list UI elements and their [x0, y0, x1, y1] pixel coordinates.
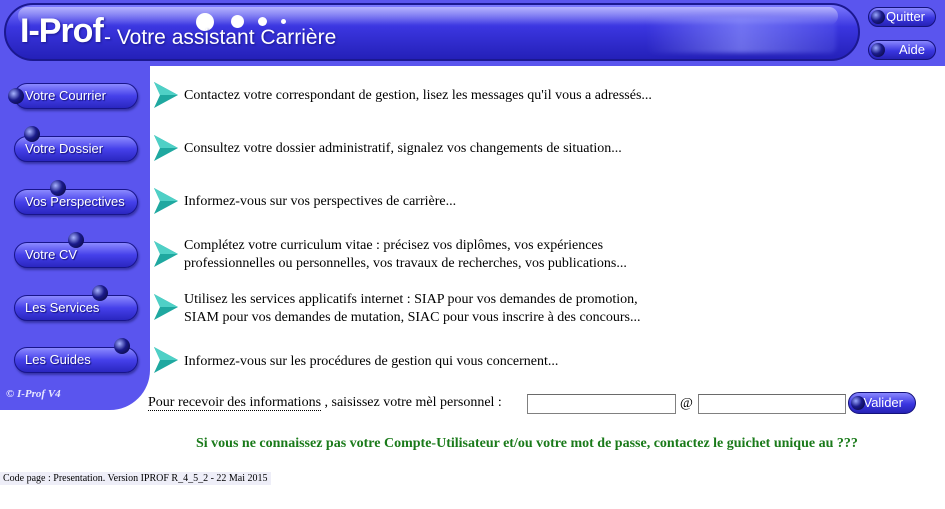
button-ball-icon	[871, 43, 885, 57]
version-label: © I-Prof V4	[6, 388, 61, 400]
submit-button-label: Valider	[863, 395, 903, 410]
email-label-text: , saisissez votre mèl personnel :	[321, 395, 502, 410]
sidebar-item-label: Vos Perspectives	[25, 194, 125, 209]
guides-description: Informez-vous sur les procédures de gest…	[184, 353, 558, 371]
help-button-label: Aide	[898, 42, 925, 57]
description-line: Utilisez les services applicatifs intern…	[184, 292, 638, 307]
sidebar-item-services[interactable]: Les Services	[14, 295, 138, 321]
sidebar-item-label: Les Services	[25, 300, 100, 315]
description-line: professionnelles ou personnelles, vos tr…	[184, 256, 627, 271]
description-line: SIAM pour vos demandes de mutation, SIAC…	[184, 310, 641, 325]
cv-description: Complétez votre curriculum vitae : préci…	[184, 237, 627, 273]
sidebar: Votre Courrier Votre Dossier Vos Perspec…	[0, 66, 150, 410]
button-ball-icon	[851, 396, 865, 410]
arrow-right-icon	[154, 82, 178, 108]
email-label: Pour recevoir des informations , saisiss…	[148, 395, 502, 411]
courrier-description: Contactez votre correspondant de gestion…	[184, 87, 652, 105]
ball-icon	[114, 338, 130, 354]
arrow-right-icon	[154, 188, 178, 214]
help-button[interactable]: Aide	[868, 40, 936, 60]
app-logo: I-Prof	[20, 12, 104, 50]
quit-button[interactable]: Quitter	[868, 7, 936, 27]
services-description: Utilisez les services applicatifs intern…	[184, 291, 640, 327]
perspectives-description: Informez-vous sur vos perspectives de ca…	[184, 193, 456, 211]
ball-icon	[24, 126, 40, 142]
description-line: Contactez votre correspondant de gestion…	[184, 88, 652, 103]
description-line: Consultez votre dossier administratif, s…	[184, 141, 622, 156]
at-sign: @	[680, 396, 693, 411]
email-user-input[interactable]	[527, 394, 676, 414]
description-line: Informez-vous sur les procédures de gest…	[184, 354, 559, 369]
logo-dot-small	[258, 17, 267, 26]
footer-version: Code page : Presentation. Version IPROF …	[0, 472, 271, 485]
sidebar-item-label: Les Guides	[25, 352, 91, 367]
ball-icon	[50, 180, 66, 196]
sidebar-item-label: Votre Dossier	[25, 141, 104, 156]
app-subtitle: - Votre assistant Carrière	[104, 26, 337, 49]
ball-icon	[68, 232, 84, 248]
submit-button[interactable]: Valider	[848, 392, 916, 414]
arrow-right-icon	[154, 135, 178, 161]
description-line: Complétez votre curriculum vitae : préci…	[184, 238, 604, 253]
user-info-blurred	[646, 17, 836, 53]
ball-icon	[8, 88, 24, 104]
arrow-right-icon	[154, 347, 178, 373]
arrow-right-icon	[154, 294, 178, 320]
sidebar-item-courrier[interactable]: Votre Courrier	[14, 83, 138, 109]
logo-dot-tiny	[281, 19, 286, 24]
button-ball-icon	[871, 10, 885, 24]
description-line: Informez-vous sur vos perspectives de ca…	[184, 194, 457, 209]
sidebar-item-label: Votre CV	[25, 247, 78, 262]
ball-icon	[92, 285, 108, 301]
quit-button-label: Quitter	[885, 9, 925, 24]
dossier-description: Consultez votre dossier administratif, s…	[184, 140, 622, 158]
help-message: Si vous ne connaissez pas votre Compte-U…	[196, 436, 858, 451]
sidebar-item-label: Votre Courrier	[25, 88, 106, 103]
sidebar-item-perspectives[interactable]: Vos Perspectives	[14, 189, 138, 215]
info-link[interactable]: Pour recevoir des informations	[148, 395, 322, 411]
email-domain-input[interactable]	[698, 394, 846, 414]
arrow-right-icon	[154, 241, 178, 267]
